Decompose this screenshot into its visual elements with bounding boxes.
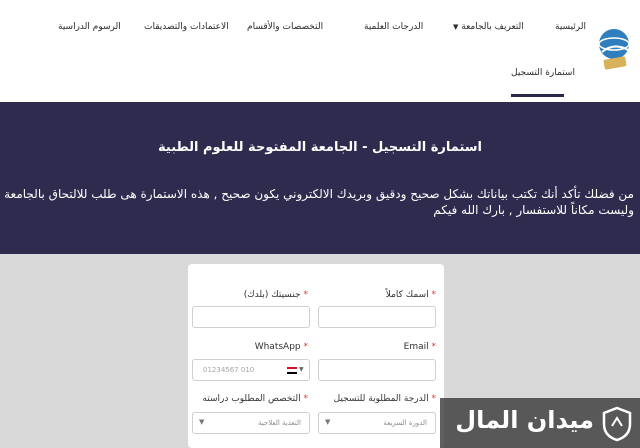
required-mark: * [303, 290, 309, 300]
registration-form: * اسمك كاملاً * جنسيتك (بلدك) * Email * … [188, 264, 444, 448]
banner-description: من فضلك تأكد أنك تكتب بياناتك بشكل صحيح … [4, 187, 634, 217]
nav-item-accreditations[interactable]: الاعتمادات والتصديقات [144, 22, 229, 32]
watermark-overlay: ميدان المال [440, 398, 640, 448]
nav-item-about-label: التعريف بالجامعة [461, 22, 524, 32]
nationality-label-text: جنسيتك (بلدك) [243, 290, 301, 300]
specialty-selected-value: التغذية العلاجية [258, 419, 301, 427]
whatsapp-label-text: WhatsApp [254, 342, 301, 352]
name-label-text: اسمك كاملاً [385, 290, 429, 300]
nationality-label: * جنسيتك (بلدك) [244, 290, 308, 300]
nav-item-specialties[interactable]: التخصصات والأقسام [247, 22, 323, 32]
degree-label: * الدرجة المطلوبة للتسجيل [334, 394, 436, 404]
chevron-down-icon[interactable]: ▼ [299, 366, 304, 373]
required-mark: * [431, 290, 437, 300]
specialty-select[interactable]: التغذية العلاجية ▼ [192, 412, 310, 434]
nav-item-degrees[interactable]: الدرجات العلمية [364, 22, 423, 32]
chevron-down-icon: ▼ [453, 23, 459, 31]
page-title: استمارة التسجيل - الجامعة المفتوحة للعلو… [158, 140, 482, 155]
email-label-text: Email [403, 342, 429, 352]
degree-selected-value: الدورة السريعة [383, 419, 427, 427]
nav-item-about[interactable]: التعريف بالجامعة ▼ [453, 22, 524, 32]
egypt-flag-icon[interactable] [287, 367, 297, 374]
email-label: * Email [404, 342, 436, 352]
whatsapp-label: * WhatsApp [255, 342, 308, 352]
full-name-input[interactable] [318, 306, 436, 328]
email-input[interactable] [318, 359, 436, 381]
specialty-label: * التخصص المطلوب دراسته [202, 394, 308, 404]
university-logo-icon[interactable] [594, 22, 634, 74]
shield-logo-icon [602, 406, 632, 442]
degree-select[interactable]: الدورة السريعة ▼ [318, 412, 436, 434]
active-tab-indicator [511, 94, 564, 97]
chevron-down-icon: ▼ [199, 418, 205, 426]
phone-placeholder: 010 01234567 [203, 366, 255, 374]
degree-label-text: الدرجة المطلوبة للتسجيل [333, 394, 429, 404]
required-mark: * [431, 342, 437, 352]
hero-banner: استمارة التسجيل - الجامعة المفتوحة للعلو… [0, 102, 640, 254]
nationality-input[interactable] [192, 306, 310, 328]
required-mark: * [431, 394, 437, 404]
nav-item-home[interactable]: الرئيسية [555, 22, 586, 32]
specialty-label-text: التخصص المطلوب دراسته [202, 394, 301, 404]
required-mark: * [303, 394, 309, 404]
top-navigation: الرئيسية التعريف بالجامعة ▼ الدرجات العل… [0, 0, 640, 102]
watermark-text: ميدان المال [455, 406, 594, 434]
whatsapp-input[interactable]: 010 01234567 ▼ [192, 359, 310, 381]
chevron-down-icon: ▼ [325, 418, 331, 426]
nav-item-fees[interactable]: الرسوم الدراسية [58, 22, 121, 32]
nav-item-registration[interactable]: استمارة التسجيل [511, 68, 575, 78]
required-mark: * [303, 342, 309, 352]
name-label: * اسمك كاملاً [386, 290, 436, 300]
